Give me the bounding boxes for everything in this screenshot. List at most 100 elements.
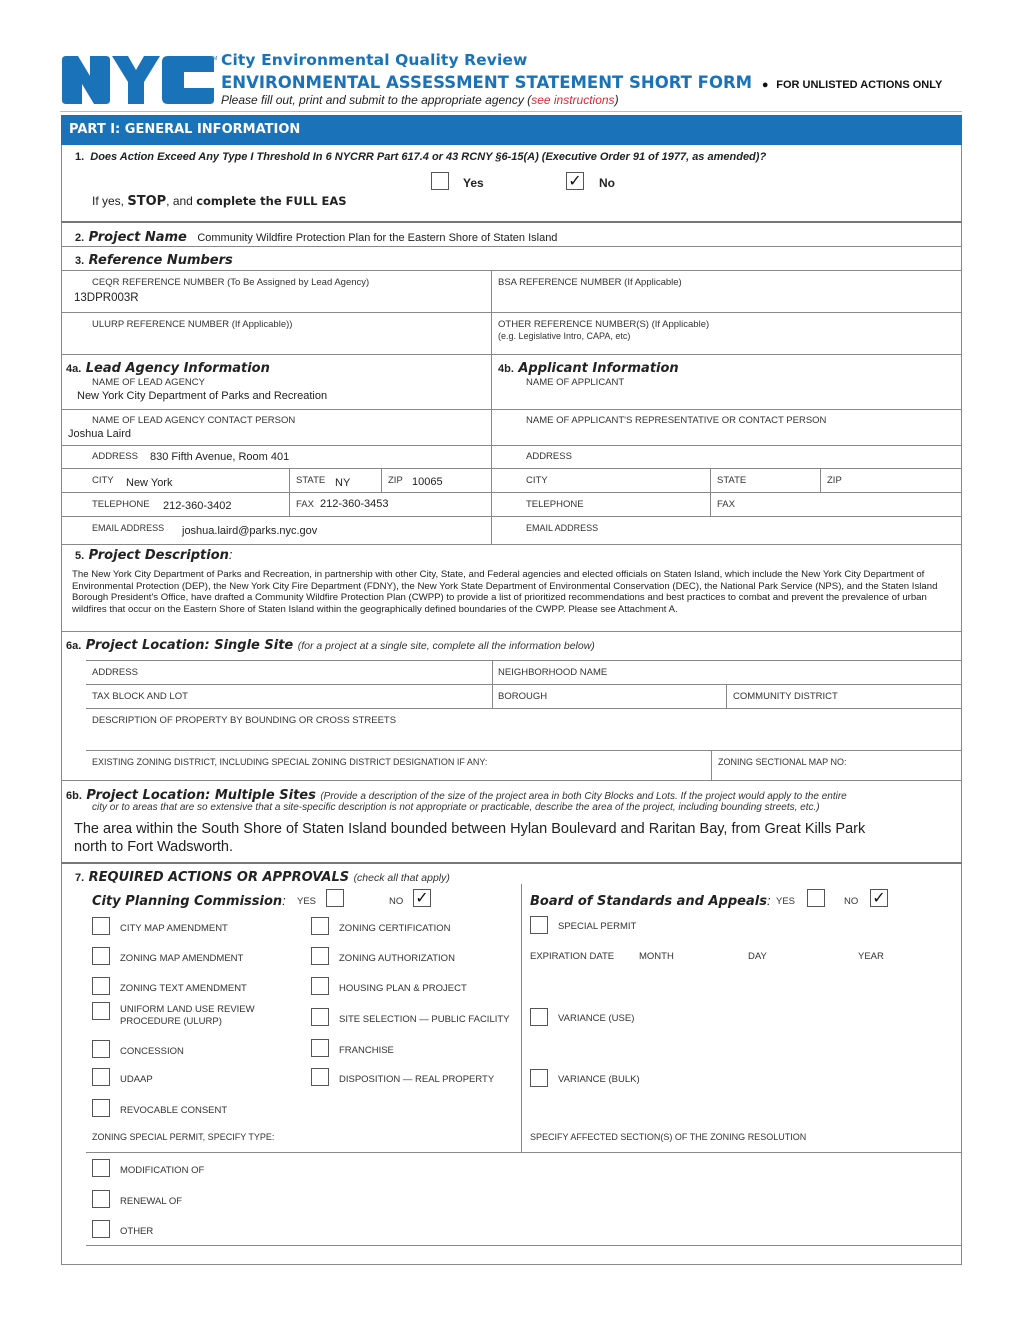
svg-text:TM: TM (210, 56, 217, 62)
other-ref-hint: (e.g. Legislative Intro, CAPA, etc) (498, 331, 631, 341)
lead-city-value[interactable]: New York (126, 477, 172, 489)
action-checkbox[interactable] (92, 977, 110, 995)
variance-bulk-checkbox[interactable] (530, 1069, 548, 1087)
divider (61, 544, 962, 545)
bsa-heading: Board of Standards and Appeals: (530, 892, 771, 910)
cpc-yes-label: YES (297, 896, 317, 907)
q5-colon: : (228, 547, 233, 562)
lead-contact-label: NAME OF LEAD AGENCY CONTACT PERSON (92, 415, 296, 426)
q6a-sublabel: : Single Site (204, 638, 294, 653)
stop-prefix: If yes, (92, 194, 128, 208)
lead-telephone-value[interactable]: 212-360-3402 (163, 500, 232, 512)
project-name-value[interactable]: Community Wildfire Protection Plan for t… (197, 232, 557, 244)
q4a-label: Lead Agency Information (85, 361, 270, 376)
bsa-no-checkbox[interactable]: ✓ (870, 889, 888, 907)
divider (61, 631, 962, 632)
see-instructions-link[interactable]: see instructions (531, 93, 614, 107)
action-label: ZONING TEXT AMENDMENT (120, 983, 247, 994)
action-checkbox[interactable] (311, 917, 329, 935)
q1-yes-checkbox[interactable] (431, 172, 449, 190)
divider (711, 750, 712, 780)
q6a-label: Project Location (85, 638, 205, 653)
action-checkbox[interactable] (92, 1068, 110, 1086)
ceqr-value[interactable]: 13DPR003R (74, 292, 139, 304)
action-checkbox[interactable] (92, 1040, 110, 1058)
q1-number: 1. (75, 151, 85, 163)
lead-city-label: CITY (92, 475, 114, 486)
multiple-sites-value-line1[interactable]: The area within the South Shore of State… (74, 820, 865, 838)
project-description-value[interactable]: The New York City Department of Parks an… (72, 569, 957, 615)
action-checkbox[interactable] (311, 1039, 329, 1057)
lead-contact-value[interactable]: Joshua Laird (68, 428, 131, 440)
expiration-date-label: EXPIRATION DATE (530, 951, 615, 962)
project-name-row: 2. Project Name Community Wildfire Prote… (75, 228, 557, 246)
variance-use-checkbox[interactable] (530, 1008, 548, 1026)
form-title: ENVIRONMENTAL ASSESSMENT STATEMENT SHORT… (221, 73, 942, 92)
action-label: ZONING CERTIFICATION (339, 923, 451, 934)
special-permit-checkbox[interactable] (530, 916, 548, 934)
divider (86, 708, 962, 709)
action-label: RENEWAL OF (120, 1196, 183, 1207)
lead-address-value[interactable]: 830 Fifth Avenue, Room 401 (150, 451, 289, 463)
header-divider (60, 111, 962, 112)
multiple-sites-value-line2[interactable]: north to Fort Wadsworth. (74, 838, 233, 856)
variance-bulk-label: VARIANCE (BULK) (558, 1074, 640, 1085)
action-checkbox[interactable] (311, 977, 329, 995)
divider (61, 516, 962, 517)
cpc-heading: City Planning Commission: (92, 892, 286, 910)
lead-fax-label: FAX (296, 499, 314, 510)
q7-number: 7. (75, 872, 85, 884)
divider (86, 684, 962, 685)
divider (61, 270, 962, 271)
action-checkbox[interactable] (311, 1068, 329, 1086)
q4b-number: 4b. (498, 363, 514, 375)
q1-no-label: No (599, 176, 615, 190)
q6b-hint-2: city or to areas that are so extensive t… (92, 802, 820, 813)
action-checkbox[interactable] (92, 1220, 110, 1238)
lead-email-value[interactable]: joshua.laird@parks.nyc.gov (182, 525, 317, 537)
bsa-yes-label: YES (776, 896, 796, 907)
action-checkbox[interactable] (311, 1008, 329, 1026)
divider (381, 468, 382, 492)
applicant-fax-label: FAX (717, 499, 735, 510)
neighborhood-label: NEIGHBORHOOD NAME (498, 667, 608, 678)
stop-action: complete the FULL EAS (196, 194, 347, 208)
lead-fax-value[interactable]: 212-360-3453 (320, 498, 389, 510)
cpc-no-label: NO (389, 896, 404, 907)
action-checkbox[interactable] (311, 947, 329, 965)
borough-label: BOROUGH (498, 691, 548, 702)
action-checkbox[interactable] (92, 947, 110, 965)
cpc-yes-checkbox[interactable] (326, 889, 344, 907)
bsa-yes-checkbox[interactable] (807, 889, 825, 907)
q4a-number: 4a. (66, 363, 82, 375)
divider (521, 884, 522, 1152)
action-checkbox[interactable] (92, 1099, 110, 1117)
action-checkbox[interactable] (92, 1159, 110, 1177)
applicant-zip-label: ZIP (827, 475, 842, 486)
instructions-line: Please fill out, print and submit to the… (221, 93, 619, 107)
stop-instruction: If yes, STOP, and complete the FULL EAS (92, 194, 347, 209)
required-actions-heading: 7. REQUIRED ACTIONS OR APPROVALS (check … (75, 868, 450, 886)
action-checkbox[interactable] (92, 1002, 110, 1020)
cpc-no-checkbox[interactable]: ✓ (413, 889, 431, 907)
q6b-hint-1: (Provide a description of the size of th… (320, 791, 847, 802)
q1-no-checkbox[interactable]: ✓ (566, 172, 584, 190)
community-district-label: COMMUNITY DISTRICT (733, 691, 838, 702)
lead-agency-name-label: NAME OF LEAD AGENCY (92, 377, 205, 388)
lead-agency-name-value[interactable]: New York City Department of Parks and Re… (77, 390, 327, 402)
applicant-address-label: ADDRESS (526, 451, 572, 462)
lead-zip-value[interactable]: 10065 (412, 476, 443, 488)
program-title: City Environmental Quality Review (221, 51, 528, 69)
action-label: UDAAP (120, 1074, 153, 1085)
action-label: UNIFORM LAND USE REVIEW (120, 1004, 255, 1015)
tax-block-label: TAX BLOCK AND LOT (92, 691, 188, 702)
stop-word: STOP (127, 194, 167, 209)
sectional-map-label: ZONING SECTIONAL MAP NO: (718, 757, 847, 767)
action-checkbox[interactable] (92, 917, 110, 935)
instructions-prefix: Please fill out, print and submit to the… (221, 93, 532, 107)
action-checkbox[interactable] (92, 1190, 110, 1208)
special-permit-label: SPECIAL PERMIT (558, 921, 637, 932)
lead-state-value[interactable]: NY (335, 477, 350, 489)
action-label: MODIFICATION OF (120, 1165, 205, 1176)
lead-state-label: STATE (296, 475, 326, 486)
